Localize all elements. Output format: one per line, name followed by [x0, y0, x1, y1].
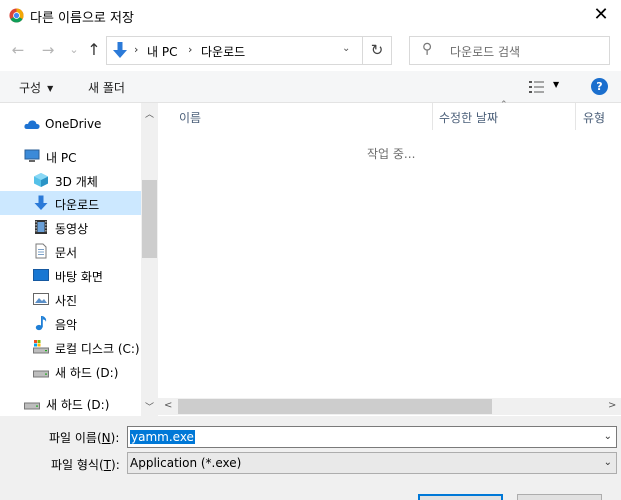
drive-icon: [24, 402, 40, 410]
view-options-icon[interactable]: [528, 80, 546, 94]
sidebar-item-label: 문서: [55, 246, 78, 260]
chevron-down-icon[interactable]: ⌄: [604, 457, 612, 468]
new-folder-button[interactable]: 새 폴더: [88, 79, 125, 96]
cancel-button[interactable]: [517, 494, 602, 500]
organize-button[interactable]: 구성 ▼: [19, 79, 53, 96]
navigation-bar: ← → ⌄ ↑ › 내 PC › 다운로드 ⌄ ↻ ⚲ 다운로드 검색: [0, 31, 621, 71]
column-header-date-modified[interactable]: 수정한 날짜: [439, 109, 498, 126]
desktop-icon: [33, 269, 49, 281]
scroll-up-icon[interactable]: ︿: [141, 107, 158, 120]
forward-button[interactable]: →: [39, 41, 57, 59]
sidebar-item-label: 내 PC: [46, 151, 77, 165]
sidebar-item-label: 로컬 디스크 (C:): [55, 342, 140, 356]
sidebar-item-label: 새 하드 (D:): [55, 366, 119, 380]
column-divider[interactable]: [432, 103, 433, 130]
sidebar-item-label: 3D 개체: [55, 175, 98, 189]
download-folder-icon: [113, 42, 127, 58]
search-placeholder: 다운로드 검색: [450, 45, 521, 59]
filetype-label: 파일 형식(T):: [51, 458, 120, 472]
loading-status: 작업 중...: [367, 147, 416, 161]
sidebar-item-label: 바탕 화면: [55, 270, 103, 284]
video-icon: [35, 220, 47, 234]
address-separator: ›: [188, 43, 193, 56]
filetype-select[interactable]: Application (*.exe) ⌄: [127, 452, 617, 474]
sidebar-item-music[interactable]: 음악: [0, 311, 141, 335]
scroll-right-icon[interactable]: >: [608, 400, 616, 411]
pictures-icon: [33, 293, 49, 305]
window-title: 다른 이름으로 저장: [30, 11, 134, 26]
column-header-type[interactable]: 유형: [583, 109, 605, 126]
address-part-pc[interactable]: 내 PC: [147, 43, 177, 60]
recent-locations-button[interactable]: ⌄: [65, 41, 83, 59]
search-icon: ⚲: [422, 41, 433, 57]
sidebar-item-downloads[interactable]: 다운로드: [0, 191, 141, 215]
scrollbar-thumb[interactable]: [142, 180, 157, 258]
chevron-down-icon[interactable]: ⌄: [604, 431, 612, 442]
sidebar-item-pictures[interactable]: 사진: [0, 287, 141, 311]
organize-label: 구성: [19, 81, 42, 95]
address-part-downloads[interactable]: 다운로드: [201, 43, 245, 60]
save-form: 파일 이름(N): yamm.exe ⌄ 파일 형식(T): Applicati…: [0, 416, 621, 500]
sidebar-item-drive-d-network[interactable]: 새 하드 (D:): [0, 391, 141, 415]
sidebar-item-label: 음악: [55, 318, 78, 332]
sidebar-item-label: 다운로드: [55, 198, 100, 212]
local-disk-icon: [33, 340, 49, 354]
address-bar[interactable]: › 내 PC › 다운로드 ⌄: [106, 36, 363, 65]
back-button[interactable]: ←: [9, 41, 27, 59]
address-separator: ›: [134, 43, 139, 56]
up-button[interactable]: ↑: [85, 41, 103, 59]
sidebar-item-label: 사진: [55, 294, 78, 308]
sort-indicator-icon: ⌃: [500, 100, 508, 110]
refresh-button[interactable]: ↻: [363, 36, 392, 65]
sidebar-item-label: OneDrive: [45, 117, 102, 131]
document-icon: [35, 243, 47, 259]
address-dropdown-icon[interactable]: ⌄: [342, 43, 350, 54]
sidebar-item-label: 새 하드 (D:): [46, 398, 110, 412]
3d-objects-icon: [34, 173, 48, 187]
chevron-down-icon: ▼: [47, 84, 54, 93]
navigation-scrollbar[interactable]: ︿ ﹀: [141, 103, 158, 416]
search-box[interactable]: ⚲ 다운로드 검색: [409, 36, 610, 65]
view-dropdown-icon[interactable]: ▼: [553, 80, 559, 89]
sidebar-item-onedrive[interactable]: OneDrive: [0, 112, 141, 136]
sidebar-item-local-disk-c[interactable]: 로컬 디스크 (C:): [0, 335, 141, 359]
sidebar-item-videos[interactable]: 동영상: [0, 215, 141, 239]
sidebar-item-desktop[interactable]: 바탕 화면: [0, 263, 141, 287]
scroll-down-icon[interactable]: ﹀: [141, 400, 158, 413]
sidebar-item-label: 동영상: [55, 222, 89, 236]
sidebar-item-this-pc[interactable]: 내 PC: [0, 144, 141, 168]
file-list: 이름 ⌃ 수정한 날짜 유형 작업 중... < >: [158, 100, 621, 416]
close-button[interactable]: ✕: [587, 2, 615, 28]
column-header-name[interactable]: 이름: [179, 109, 201, 126]
column-header-row: 이름 ⌃ 수정한 날짜 유형: [158, 100, 621, 130]
music-icon: [35, 316, 47, 331]
help-icon[interactable]: ?: [591, 78, 608, 95]
title-bar: 다른 이름으로 저장 ✕: [0, 0, 621, 31]
sidebar-item-documents[interactable]: 문서: [0, 239, 141, 263]
chrome-icon: [9, 8, 24, 23]
scrollbar-thumb[interactable]: [178, 399, 492, 414]
horizontal-scrollbar[interactable]: < >: [158, 398, 621, 415]
drive-icon: [33, 370, 49, 378]
onedrive-icon: [24, 120, 40, 129]
refresh-icon: ↻: [370, 41, 384, 59]
save-button[interactable]: [418, 494, 503, 500]
sidebar-item-drive-d[interactable]: 새 하드 (D:): [0, 359, 141, 383]
scroll-left-icon[interactable]: <: [164, 400, 172, 411]
download-icon: [34, 195, 48, 210]
command-toolbar: 구성 ▼ 새 폴더 ▼ ?: [0, 71, 621, 103]
sidebar-item-3d-objects[interactable]: 3D 개체: [0, 168, 141, 192]
filetype-value: Application (*.exe): [130, 456, 242, 470]
filename-value[interactable]: yamm.exe: [130, 430, 195, 444]
pc-icon: [24, 149, 40, 162]
navigation-pane: OneDrive 내 PC 3D 개체 다운로드 동영상 문서 바탕 화면 사진…: [0, 103, 141, 416]
filename-input[interactable]: yamm.exe ⌄: [127, 426, 617, 448]
filename-label: 파일 이름(N):: [49, 431, 120, 445]
column-divider[interactable]: [575, 103, 576, 130]
